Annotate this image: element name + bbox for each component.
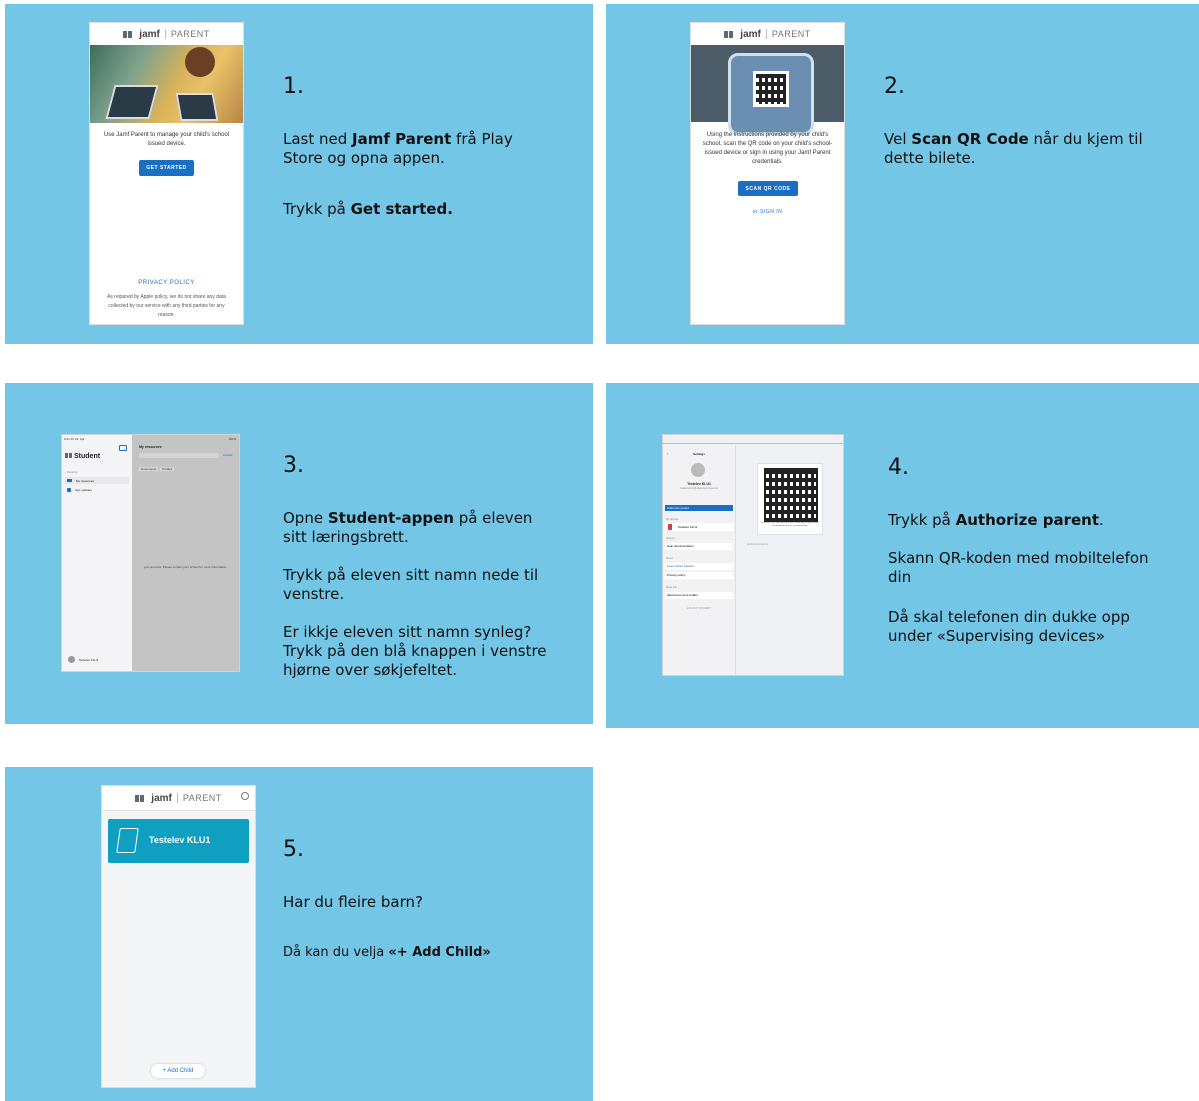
search-field[interactable] [139, 453, 219, 458]
scan-qr-code-button[interactable]: SCAN QR CODE [738, 181, 798, 196]
privacy-item[interactable]: Privacy policy [665, 572, 733, 579]
authorize-parent-screenshot: ‹ Settings Testelev KLU1 testelev.klu1@s… [663, 435, 843, 675]
sign-in-link[interactable]: or SIGN IN [691, 208, 844, 217]
authorized-parents-label: Authorized parents [747, 543, 768, 546]
about-label: About [666, 557, 673, 560]
devices-label: My devices [666, 518, 679, 521]
ipad-icon [668, 524, 672, 530]
main-title: My resources [139, 445, 162, 449]
child-name: Testelev KLU1 [149, 835, 211, 845]
welcome-description: Use Jamf Parent to manage your child's s… [103, 132, 230, 147]
step-number: 3. [283, 453, 304, 478]
section-label: Viewing [67, 470, 78, 474]
step-5-para-2: Då kan du velja «+ Add Child» [283, 945, 491, 960]
step-2-panel: jamf PARENT Using the instructions provi… [606, 4, 1199, 344]
step-4-para-3: Då skal telefonen din dukke opp under «S… [888, 608, 1130, 645]
school-label: Skole info [666, 586, 677, 589]
step-number: 5. [283, 837, 304, 862]
jamf-logo-icon [724, 30, 734, 38]
sidebar-toggle-icon[interactable] [119, 445, 127, 451]
step-4-panel: ‹ Settings Testelev KLU1 testelev.klu1@s… [606, 383, 1199, 728]
step-number: 4. [888, 455, 909, 480]
sidebar: 9:41 Fri 24. Apr Student Viewing My reso… [62, 435, 132, 671]
parent-label: PARENT [182, 793, 222, 803]
gear-icon[interactable] [241, 792, 249, 800]
privacy-text: As required by Apple policy, we do not s… [107, 294, 226, 318]
jamf-header: jamf PARENT [691, 23, 844, 45]
top-bar: jamf PARENT [102, 786, 255, 811]
step-4-para-1: Trykk på Authorize parent. [888, 511, 1104, 529]
step-3-panel: 9:41 Fri 24. Apr Student Viewing My reso… [5, 383, 593, 724]
battery-status: 100% [228, 437, 236, 441]
parent-label: PARENT [170, 29, 210, 39]
sidebar-item-resources[interactable]: My resources [65, 477, 129, 484]
step-3-para-2: Trykk på eleven sitt namn nede til venst… [283, 566, 539, 603]
jamf-logo-icon [65, 453, 72, 458]
app-title: Student [65, 453, 100, 460]
parent-label: PARENT [771, 29, 811, 39]
ipad-icon [116, 828, 139, 853]
child-card[interactable]: Testelev KLU1 [108, 819, 249, 863]
filter-tabs: Documents Profiles [139, 467, 175, 471]
get-started-button[interactable]: GET STARTED [139, 160, 194, 176]
tab-documents[interactable]: Documents [139, 467, 159, 471]
authorize-parent-button[interactable]: Authorize parent [665, 505, 733, 511]
step-3-para-1: Opne Student-appen på eleven sitt læring… [283, 509, 533, 546]
jamf-parent-children-screenshot: jamf PARENT Testelev KLU1 + Add Child [102, 786, 255, 1087]
qr-card: Scan this QR code with the Jamf Parent a… [757, 463, 823, 535]
folder-icon [67, 479, 72, 482]
jamf-logo-icon [123, 30, 133, 38]
help-item[interactable]: Help documentation [665, 543, 733, 550]
jamf-header: jamf PARENT [90, 23, 243, 45]
step-1-panel: jamf PARENT Use Jamf Parent to manage yo… [5, 4, 593, 344]
school-item: Skuld kommune Iedder [665, 592, 733, 599]
avatar [68, 656, 75, 663]
jamf-logo: jamf [151, 792, 172, 804]
step-1-para-2: Trykk på Get started. [283, 200, 453, 218]
jamf-header: jamf PARENT [102, 787, 255, 809]
info-message: your account. Please contact your school… [143, 565, 228, 569]
add-child-button[interactable]: + Add Child [151, 1064, 205, 1078]
device-item[interactable]: Testelev KLU1 [665, 523, 733, 531]
updates-icon [67, 487, 71, 492]
qr-code-icon [753, 71, 789, 107]
step-5-panel: jamf PARENT Testelev KLU1 + Add Child 5.… [5, 767, 593, 1101]
step-5-para-1: Har du fleire barn? [283, 893, 423, 911]
step-2-para-1: Vel Scan QR Code når du kjem til dette b… [884, 130, 1143, 167]
qr-illustration [691, 45, 844, 135]
step-4-para-2: Skann QR-koden med mobiltelefon din [888, 549, 1149, 586]
avatar [691, 463, 705, 477]
tab-profiles[interactable]: Profiles [160, 467, 175, 471]
student-app-screenshot: 9:41 Fri 24. Apr Student Viewing My reso… [62, 435, 239, 671]
hero-photo [90, 45, 243, 123]
student-email: testelev.klu1@skole.kommune.no [680, 487, 718, 490]
jamf-logo: jamf [740, 28, 761, 40]
student-name[interactable]: Testelev KLU1 [79, 658, 98, 662]
step-1-para-1: Last ned Jamf Parent frå Play Store og o… [283, 130, 513, 167]
status-time: 9:41 Fri 24. Apr [64, 437, 85, 441]
support-label: Support [666, 537, 675, 540]
logout-button[interactable]: LOG OUT STUDENT [663, 607, 735, 610]
cancel-button[interactable]: Cancel [223, 453, 232, 457]
jamf-logo-icon [135, 794, 145, 802]
settings-title: Settings [693, 452, 705, 456]
step-number: 1. [283, 74, 304, 99]
qr-code [764, 468, 818, 522]
scan-instructions: Using the instructions provided by your … [702, 132, 833, 165]
step-3-para-3: Er ikkje eleven sitt namn synleg? Trykk … [283, 623, 547, 679]
tour-link[interactable]: Learn about Student [665, 563, 733, 570]
main-area: 100% My resources Cancel Documents Profi… [132, 435, 239, 671]
settings-sidebar: ‹ Settings Testelev KLU1 testelev.klu1@s… [663, 445, 736, 675]
scan-qr-screenshot: jamf PARENT Using the instructions provi… [691, 23, 844, 324]
jamf-parent-welcome-screenshot: jamf PARENT Use Jamf Parent to manage yo… [90, 23, 243, 324]
student-name: Testelev KLU1 [687, 482, 711, 486]
jamf-logo: jamf [139, 28, 160, 40]
privacy-policy-link[interactable]: PRIVACY POLICY [90, 279, 243, 288]
qr-caption: Scan this QR code with the Jamf Parent a… [761, 522, 819, 527]
step-number: 2. [884, 74, 905, 99]
sidebar-item-updates[interactable]: App updates [65, 486, 129, 493]
